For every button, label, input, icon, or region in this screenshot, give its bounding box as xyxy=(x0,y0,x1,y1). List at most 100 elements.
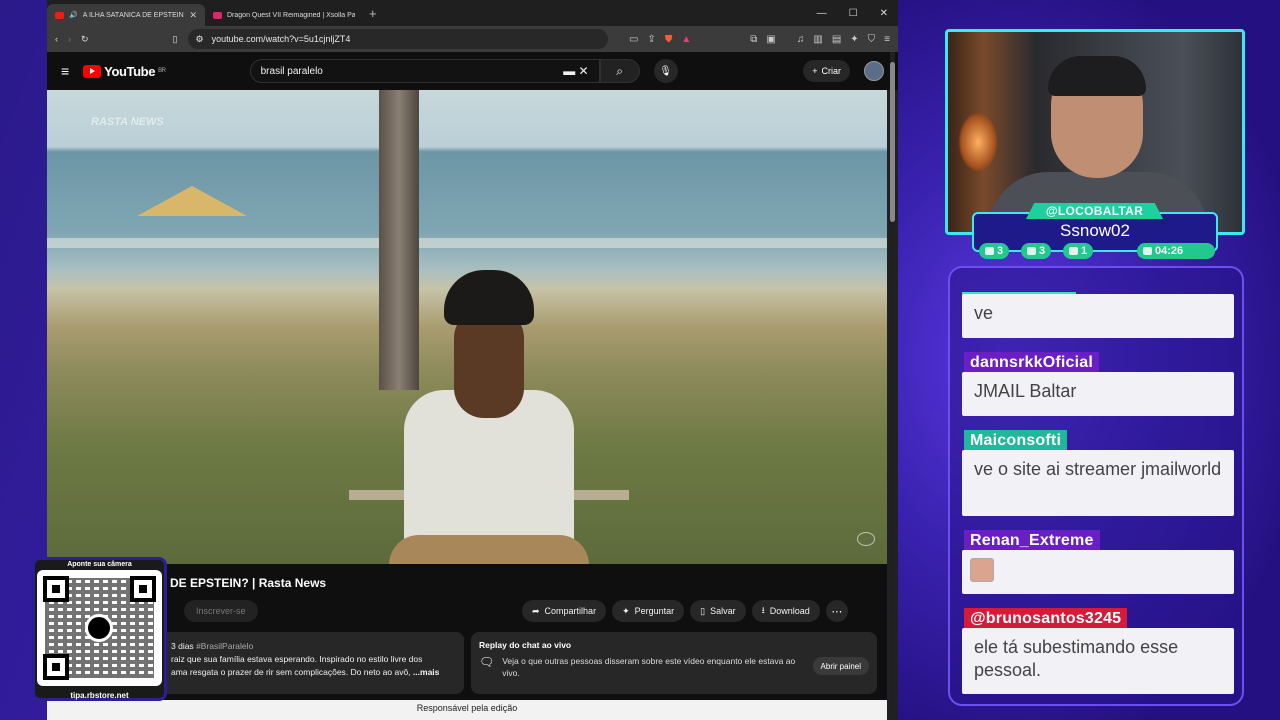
ai-icon[interactable]: ✦ xyxy=(850,34,858,45)
qr-caption: Aponte sua câmera xyxy=(67,561,132,568)
new-tab-button[interactable]: + xyxy=(369,6,377,21)
close-window-button[interactable]: ✕ xyxy=(880,8,888,19)
brave-shield-icon[interactable]: ⛊ xyxy=(665,34,673,45)
qr-finder xyxy=(130,576,156,602)
video-watermark: RASTA NEWS xyxy=(91,116,164,128)
minimize-button[interactable]: — xyxy=(817,8,827,19)
open-panel-button[interactable]: Abrir painel xyxy=(812,657,869,675)
more-actions-button[interactable]: ⋯ xyxy=(825,600,848,622)
voice-search-button[interactable]: 🎙 xyxy=(653,59,678,83)
chat-replay-heading: Replay do chat ao vivo xyxy=(479,640,572,650)
youtube-count-badge: 3 xyxy=(1021,243,1052,259)
stream-stats: 3 3 1 04:26 xyxy=(979,243,1215,259)
editor-credit-bar[interactable]: Responsável pela edição xyxy=(47,700,887,720)
chat-message-text: JMAIL Baltar xyxy=(962,372,1234,416)
youtube-header: ≡ YouTube BR brasil paralelo ▬ ✕ ⌕ 🎙 + C… xyxy=(47,52,898,90)
url-text: youtube.com/watch?v=5u1cjnljZT4 xyxy=(211,34,351,44)
close-tab-icon[interactable]: ✕ xyxy=(189,10,197,21)
chat-message-text: ele tá subestimando esse pessoal. xyxy=(962,628,1234,694)
extensions-icon[interactable]: ⧉ xyxy=(750,34,757,45)
chat-message-emote xyxy=(962,550,1234,594)
clear-search-icon[interactable]: ▬ ✕ xyxy=(563,64,588,78)
chat-count-badge: 3 xyxy=(979,243,1010,259)
download-button[interactable]: ⭳ Download xyxy=(751,600,820,622)
xsolla-favicon-icon xyxy=(213,11,222,19)
forward-icon[interactable]: › xyxy=(68,34,71,44)
description-box[interactable]: 3 dias #BrasilParalelo raiz que sua famí… xyxy=(159,632,464,694)
youtube-logo[interactable]: YouTube BR xyxy=(83,64,166,79)
video-actions: ➦ Compartilhar ✦ Perguntar ▯ Salvar ⭳ Downlo… xyxy=(522,600,848,622)
bookmark-icon[interactable]: ▯ xyxy=(173,34,178,45)
qr-finder xyxy=(43,654,69,680)
search-value: brasil paralelo xyxy=(260,65,323,77)
rewards-icon[interactable]: ▲ xyxy=(681,34,691,45)
scrollbar-thumb[interactable] xyxy=(890,62,895,222)
clock-icon xyxy=(1143,247,1152,255)
emote-image xyxy=(970,558,994,582)
video-person xyxy=(309,190,629,564)
youtube-icon xyxy=(1027,247,1036,255)
maximize-button[interactable]: ☐ xyxy=(849,8,858,19)
download-icon: ⭳ xyxy=(761,605,765,615)
qr-finder xyxy=(43,576,69,602)
youtube-play-icon xyxy=(83,64,102,78)
tab-youtube[interactable]: 🔊 A ILHA SATÂNICA DE EPSTEIN? | Ra ✕ xyxy=(47,4,205,26)
vpn-icon[interactable]: ⛉ xyxy=(868,34,876,45)
pants xyxy=(389,535,589,564)
video-info: DE EPSTEIN? | Rasta News Inscrever-se ➦ C… xyxy=(47,564,887,720)
screenshot-icon[interactable]: ▣ xyxy=(766,34,775,45)
scrollbar[interactable] xyxy=(890,52,895,712)
window-controls: — ☐ ✕ xyxy=(817,8,898,19)
youtube-favicon-icon xyxy=(55,11,64,19)
description-line: ama resgata o prazer de rir sem complica… xyxy=(171,667,411,677)
extensions: ▭ ⇪ ⛊ ▲ ⧉ ▣ ♫ ▥ ▤ ✦ ⛉ ≡ xyxy=(629,34,890,45)
streamer-handle: @LOCOBALTAR xyxy=(1026,203,1163,219)
users-count-badge: 1 xyxy=(1063,243,1094,259)
search-button[interactable]: ⌕ xyxy=(599,59,640,83)
search-input[interactable]: brasil paralelo ▬ ✕ xyxy=(249,59,600,83)
cast-icon[interactable]: ▭ xyxy=(629,34,638,45)
chat-username: Maiconsofti xyxy=(964,430,1068,452)
timer-badge: 04:26 xyxy=(1137,243,1215,259)
site-info-icon[interactable]: ⚙ xyxy=(196,34,204,45)
menu-icon[interactable]: ≡ xyxy=(884,34,890,45)
save-icon: ▯ xyxy=(700,605,706,616)
reload-icon[interactable]: ↻ xyxy=(81,34,89,45)
share-page-icon[interactable]: ⇪ xyxy=(647,34,655,45)
show-more-link[interactable]: ...mais xyxy=(413,667,439,677)
chat-replay-box: Replay do chat ao vivo 🗨 Veja o que outr… xyxy=(471,632,877,694)
address-bar-row: ‹ › ↻ ▯ ⚙ youtube.com/watch?v=5u1cjnljZT… xyxy=(47,26,898,52)
lamp xyxy=(958,112,998,172)
qr-logo-icon xyxy=(85,614,113,642)
save-button[interactable]: ▯ Salvar xyxy=(690,600,746,622)
chat-username: Renan_Extreme xyxy=(964,530,1100,552)
users-icon xyxy=(1069,247,1078,255)
description-line: raiz que sua família estava esperando. I… xyxy=(171,654,423,664)
ask-button[interactable]: ✦ Perguntar xyxy=(612,600,685,622)
url-field[interactable]: ⚙ youtube.com/watch?v=5u1cjnljZT4 xyxy=(187,29,608,49)
hamburger-menu-icon[interactable]: ≡ xyxy=(61,63,69,79)
back-icon[interactable]: ‹ xyxy=(55,34,58,44)
chat-message-text: ve xyxy=(962,294,1234,338)
sidebar-icon[interactable]: ▥ xyxy=(813,34,822,45)
avatar[interactable] xyxy=(864,61,884,81)
subscribe-button[interactable]: Inscrever-se xyxy=(184,600,258,622)
chat-username: dannsrkkOficial xyxy=(964,352,1100,374)
qr-url: tipa.rbstore.net xyxy=(70,691,129,700)
search-icon: ⌕ xyxy=(616,63,623,78)
music-icon[interactable]: ♫ xyxy=(797,34,805,45)
stream-chat: ve dannsrkkOficial JMAIL Baltar Maiconso… xyxy=(948,266,1244,706)
video-title: DE EPSTEIN? | Rasta News xyxy=(170,576,327,590)
share-button[interactable]: ➦ Compartilhar xyxy=(522,600,607,622)
streamer-hair xyxy=(1048,56,1146,96)
sparkle-icon: ✦ xyxy=(622,605,630,616)
featured-name: Ssnow02 xyxy=(1060,221,1130,240)
channel-watermark-icon[interactable] xyxy=(857,532,875,546)
create-button[interactable]: + Criar xyxy=(803,60,850,82)
hashtag-link[interactable]: #BrasilParalelo xyxy=(196,641,253,651)
wallet-icon[interactable]: ▤ xyxy=(832,34,841,45)
video-player[interactable]: RASTA NEWS xyxy=(47,90,887,564)
tab-dragon-quest[interactable]: Dragon Quest VII Reimagined | Xsolla Par… xyxy=(205,4,363,26)
tab-title: Dragon Quest VII Reimagined | Xsolla Par… xyxy=(227,11,355,19)
tab-title: A ILHA SATÂNICA DE EPSTEIN? | Ra xyxy=(82,11,185,19)
